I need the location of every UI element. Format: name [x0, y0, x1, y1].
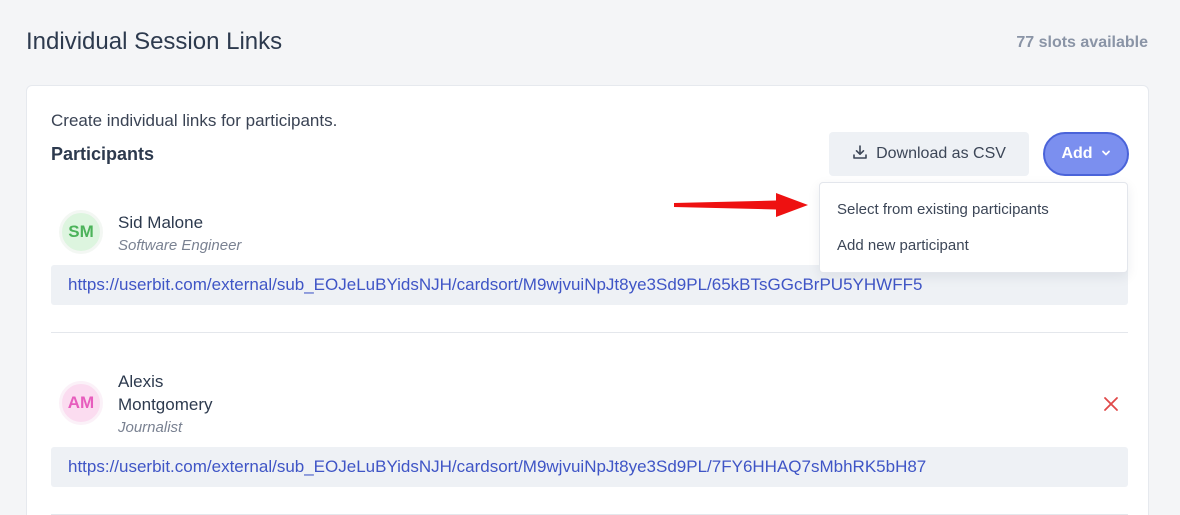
download-csv-button[interactable]: Download as CSV — [829, 132, 1029, 176]
add-button[interactable]: Add — [1043, 132, 1129, 176]
participant-role: Journalist — [118, 419, 183, 436]
avatar: SM — [59, 210, 103, 254]
session-link-text[interactable]: https://userbit.com/external/sub_EOJeLuB… — [68, 457, 926, 477]
add-button-label: Add — [1061, 145, 1093, 162]
add-dropdown-menu: Select from existing participants Add ne… — [819, 182, 1128, 273]
avatar-initials: SM — [68, 222, 94, 241]
divider — [51, 332, 1128, 333]
participant-name-line2: Montgomery — [118, 395, 213, 414]
participants-card: Create individual links for participants… — [26, 85, 1149, 515]
participants-heading: Participants — [51, 144, 155, 164]
participant-name: Alexis Montgomery — [118, 370, 212, 416]
close-icon — [1101, 397, 1121, 418]
avatar: AM — [59, 381, 103, 425]
remove-participant-button[interactable] — [1101, 394, 1121, 414]
page-title: Individual Session Links — [26, 28, 283, 55]
menu-item-select-existing[interactable]: Select from existing participants — [837, 201, 1049, 218]
participant-role: Software Engineer — [118, 237, 242, 254]
avatar-initials: AM — [67, 393, 95, 412]
download-csv-label: Download as CSV — [876, 145, 1006, 162]
chevron-down-icon — [1101, 145, 1111, 163]
arrow-right-icon — [674, 193, 808, 217]
download-icon — [852, 144, 868, 165]
participant-session-link[interactable]: https://userbit.com/external/sub_EOJeLuB… — [51, 447, 1128, 487]
participant-name-line1: Alexis — [118, 372, 164, 391]
intro-text: Create individual links for participants… — [51, 111, 338, 130]
participant-name: Sid Malone — [118, 213, 204, 232]
menu-item-add-new[interactable]: Add new participant — [837, 237, 969, 254]
slots-available: 77 slots available — [1016, 34, 1148, 51]
session-link-text[interactable]: https://userbit.com/external/sub_EOJeLuB… — [68, 275, 922, 295]
